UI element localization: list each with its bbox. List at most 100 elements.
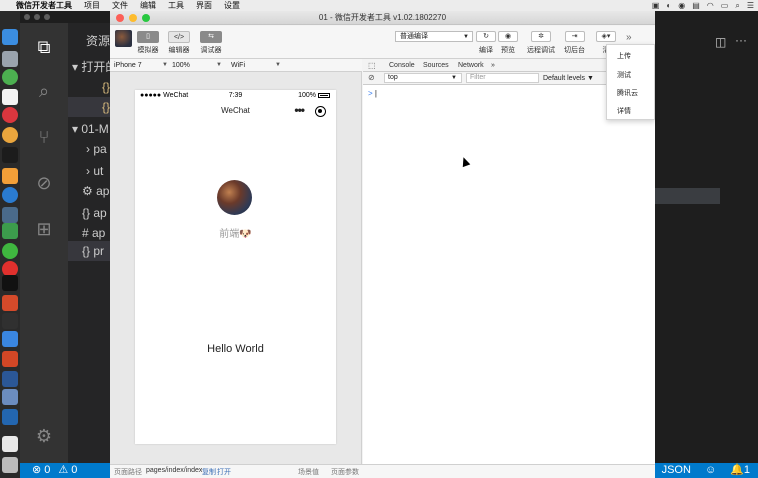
activity-app-icon[interactable] bbox=[2, 223, 18, 239]
menu-item-details[interactable]: 详情 bbox=[617, 106, 631, 116]
open-path-link[interactable]: 打开 bbox=[217, 467, 231, 477]
simulator-toggle[interactable]: ▯ 模拟器 bbox=[137, 31, 159, 55]
capsule-home-icon[interactable] bbox=[315, 106, 326, 117]
notifications-bell-icon[interactable]: 🔔1 bbox=[730, 463, 750, 478]
search-icon[interactable]: ⌕ bbox=[735, 1, 739, 11]
device-select[interactable]: iPhone 7 bbox=[114, 59, 142, 72]
filter-input[interactable]: Filter bbox=[466, 73, 539, 83]
project-folder[interactable]: ▾ 01-M bbox=[72, 119, 114, 139]
clear-console-icon[interactable]: ⊘ bbox=[368, 73, 375, 82]
page-params-button[interactable]: 页面参数 bbox=[331, 467, 359, 477]
feedback-smile-icon[interactable]: ☺ bbox=[705, 463, 716, 478]
menu-file[interactable]: 文件 bbox=[112, 0, 128, 11]
gear-icon[interactable]: ⚙ bbox=[34, 426, 54, 446]
system-menubar: 微信开发者工具 项目 文件 编辑 工具 界面 设置 ▣ ◐ ◉ ▤ ◠ ▭ ⌕ … bbox=[0, 0, 758, 11]
chrome-app-icon[interactable] bbox=[2, 69, 18, 85]
baidu-app-icon[interactable] bbox=[2, 331, 18, 347]
source-control-icon[interactable]: ⑂ bbox=[34, 127, 54, 147]
open-editors-section[interactable]: ▾ 打开的 bbox=[72, 57, 114, 77]
qq-app-icon[interactable] bbox=[2, 275, 18, 291]
network-select[interactable]: WiFi bbox=[231, 59, 245, 72]
status-app-icon[interactable]: ▤ bbox=[692, 1, 700, 10]
compile-button[interactable]: ↻ 编译 bbox=[476, 31, 496, 55]
phone-screen[interactable]: ●●●●● WeChat 7:39 100% WeChat ••• 前端🐶 He… bbox=[135, 90, 336, 444]
status-app-icon[interactable]: ◉ bbox=[678, 1, 685, 10]
compile-mode-value: 普通编译 bbox=[400, 33, 428, 40]
more-actions-icon[interactable]: ··· bbox=[735, 33, 747, 47]
monitor-app-icon[interactable] bbox=[2, 207, 18, 223]
vscode-close-button[interactable] bbox=[24, 14, 30, 20]
vscode-zoom-button[interactable] bbox=[44, 14, 50, 20]
powerpoint-app-icon[interactable] bbox=[2, 351, 18, 367]
log-levels-select[interactable]: Default levels ▼ bbox=[543, 72, 594, 85]
status-errors[interactable]: ⊗ 0 bbox=[32, 463, 50, 478]
compile-mode-select[interactable]: 普通编译 ▼ bbox=[395, 31, 473, 42]
menu-view[interactable]: 界面 bbox=[196, 0, 212, 11]
battery-icon[interactable]: ▭ bbox=[721, 1, 729, 10]
debugger-label: 调试器 bbox=[200, 47, 222, 54]
context-select[interactable]: top ▼ bbox=[384, 73, 462, 83]
menu-item-tencent-cloud[interactable]: 腾讯云 bbox=[617, 88, 638, 98]
code-icon: </> bbox=[168, 31, 190, 43]
debugger-toggle[interactable]: ⇆ 调试器 bbox=[200, 31, 222, 55]
console-app-icon[interactable] bbox=[2, 313, 18, 329]
status-warnings[interactable]: ⚠ 0 bbox=[58, 463, 77, 478]
menu-list-icon[interactable]: ☰ bbox=[747, 1, 754, 10]
menu-item-upload[interactable]: 上传 bbox=[617, 51, 631, 61]
menu-app-name[interactable]: 微信开发者工具 bbox=[16, 0, 72, 11]
more-toolbar-button[interactable]: » bbox=[626, 32, 632, 43]
vscode-app-icon[interactable] bbox=[2, 187, 18, 203]
menu-edit[interactable]: 编辑 bbox=[140, 0, 156, 11]
inspect-element-icon[interactable]: ⬚ bbox=[368, 61, 376, 70]
vscode-explorer: 资源管 ▾ 打开的 {} {} ▾ 01-M › pa › ut ⚙ ap {}… bbox=[68, 23, 122, 463]
zoom-select[interactable]: 100% bbox=[172, 59, 190, 72]
rocket-app-icon[interactable] bbox=[2, 51, 18, 67]
tab-network[interactable]: Network bbox=[458, 59, 484, 72]
vscode-minimize-button[interactable] bbox=[34, 14, 40, 20]
path-label: 页面路径 bbox=[114, 469, 142, 476]
wifi-icon[interactable]: ◠ bbox=[707, 1, 714, 10]
search-icon[interactable]: ⌕ bbox=[34, 81, 54, 101]
document-app-icon[interactable] bbox=[2, 436, 18, 452]
status-app-icon[interactable]: ▣ bbox=[652, 1, 660, 10]
split-editor-icon[interactable]: ◫ bbox=[715, 35, 726, 49]
open-editor-item[interactable]: {} bbox=[68, 97, 110, 117]
user-avatar[interactable] bbox=[217, 180, 252, 215]
tree-file-project-config[interactable]: {} pr bbox=[68, 241, 110, 261]
menu-settings[interactable]: 设置 bbox=[224, 0, 240, 11]
tab-more[interactable]: » bbox=[491, 59, 495, 72]
preview-app-icon[interactable] bbox=[2, 389, 18, 405]
terminal-app-icon[interactable] bbox=[2, 147, 18, 163]
wechat-app-icon[interactable] bbox=[2, 243, 18, 259]
xcode-app-icon[interactable] bbox=[2, 409, 18, 425]
remote-debug-button[interactable]: ✲ 远程调试 bbox=[527, 31, 555, 55]
chevron-down-icon: ▼ bbox=[451, 75, 457, 81]
reader-app-icon[interactable] bbox=[2, 295, 18, 311]
explorer-icon[interactable]: ⧉ bbox=[34, 37, 54, 57]
editor-toggle[interactable]: </> 编辑器 bbox=[168, 31, 190, 55]
photos-app-icon[interactable] bbox=[2, 127, 18, 143]
scene-value-button[interactable]: 场景值 bbox=[298, 467, 319, 477]
console-prompt[interactable]: > | bbox=[368, 89, 377, 98]
status-language[interactable]: JSON bbox=[662, 463, 691, 478]
more-dots-icon[interactable]: ••• bbox=[294, 103, 305, 117]
copy-path-link[interactable]: 复制 bbox=[202, 467, 216, 477]
extensions-icon[interactable]: ⊞ bbox=[34, 219, 54, 239]
status-app-icon[interactable]: ◐ bbox=[666, 1, 671, 10]
sublime-app-icon[interactable] bbox=[2, 168, 18, 184]
finder-app-icon[interactable] bbox=[2, 29, 18, 45]
word-app-icon[interactable] bbox=[2, 371, 18, 387]
page-path-bar: 页面路径 pages/index/index 复制 打开 场景值 页面参数 bbox=[110, 464, 655, 478]
vscode-editor[interactable]: ◫ ··· bbox=[655, 23, 758, 463]
menu-tools[interactable]: 工具 bbox=[168, 0, 184, 11]
tab-sources[interactable]: Sources bbox=[423, 59, 449, 72]
preview-button[interactable]: ◉ 预览 bbox=[498, 31, 518, 55]
menu-project[interactable]: 项目 bbox=[84, 0, 100, 11]
trash-icon[interactable] bbox=[2, 457, 18, 473]
calendar-app-icon[interactable] bbox=[2, 89, 18, 105]
switch-backend-button[interactable]: ⇥ 切后台 bbox=[564, 31, 585, 55]
menu-item-test[interactable]: 测试 bbox=[617, 70, 631, 80]
debug-icon[interactable]: ⊘ bbox=[34, 173, 54, 193]
netease-app-icon[interactable] bbox=[2, 107, 18, 123]
user-avatar[interactable] bbox=[115, 30, 132, 47]
